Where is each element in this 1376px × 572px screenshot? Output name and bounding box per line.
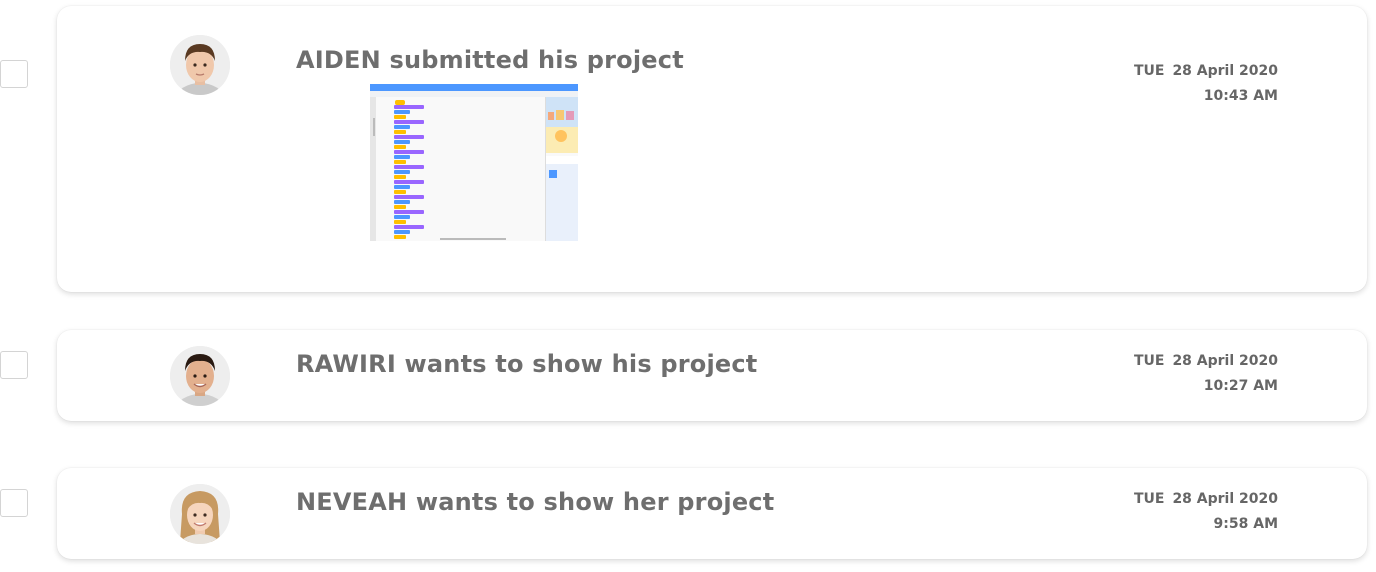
- timestamp: TUE 28 April 2020 10:43 AM: [1134, 59, 1278, 109]
- timestamp: TUE 28 April 2020 10:27 AM: [1134, 349, 1278, 399]
- select-checkbox[interactable]: [0, 60, 28, 88]
- girl-avatar-icon: [170, 484, 230, 544]
- day-label: TUE: [1133, 63, 1165, 79]
- timestamp: TUE 28 April 2020 9:58 AM: [1134, 487, 1278, 537]
- select-checkbox[interactable]: [0, 489, 28, 517]
- day-label: TUE: [1133, 353, 1165, 369]
- avatar-icon: [170, 484, 230, 544]
- time-label: 10:43 AM: [1203, 88, 1278, 104]
- feed-card[interactable]: RAWIRI wants to show his project TUE 28 A…: [57, 330, 1367, 421]
- select-checkbox[interactable]: [0, 351, 28, 379]
- day-label: TUE: [1133, 491, 1165, 507]
- date-label: 28 April 2020: [1172, 63, 1278, 79]
- time-label: 10:27 AM: [1203, 378, 1278, 394]
- date-label: 28 April 2020: [1172, 491, 1278, 507]
- project-screenshot-image: [370, 84, 578, 241]
- feed-card[interactable]: NEVEAH wants to show her project TUE 28 A…: [57, 468, 1367, 559]
- avatar-icon: [170, 35, 230, 95]
- project-thumbnail[interactable]: [370, 84, 578, 241]
- feed-card[interactable]: AIDEN submitted his project TUE 28 April …: [57, 6, 1367, 292]
- time-label: 9:58 AM: [1213, 516, 1278, 532]
- boy-avatar-icon: [170, 35, 230, 95]
- feed-title: RAWIRI wants to show his project: [296, 350, 758, 378]
- feed-title: AIDEN submitted his project: [296, 46, 684, 74]
- activity-feed: AIDEN submitted his project TUE 28 April …: [0, 0, 1376, 572]
- feed-title: NEVEAH wants to show her project: [296, 488, 775, 516]
- avatar-icon: [170, 346, 230, 406]
- date-label: 28 April 2020: [1172, 353, 1278, 369]
- boy-avatar-icon: [170, 346, 230, 406]
